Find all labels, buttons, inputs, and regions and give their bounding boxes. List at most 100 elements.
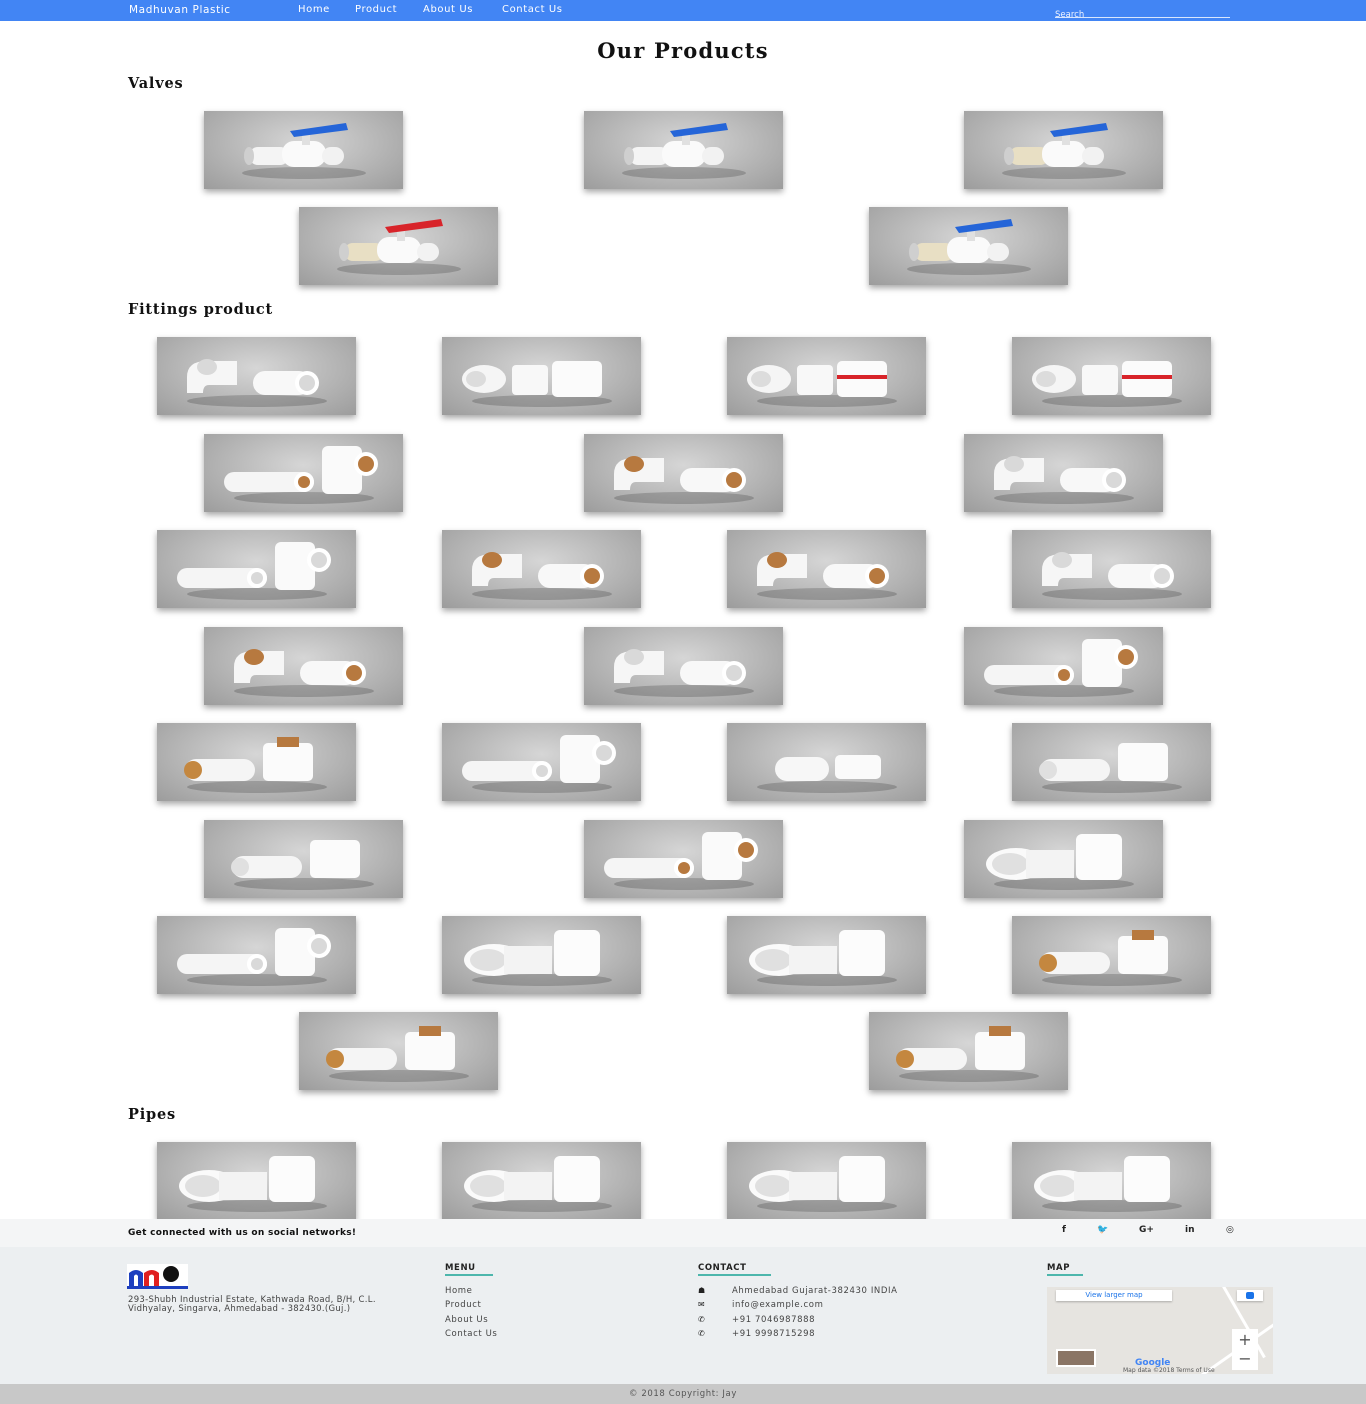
product-tile[interactable] bbox=[442, 916, 641, 994]
product-tile[interactable] bbox=[584, 434, 783, 512]
product-tile[interactable] bbox=[157, 1142, 356, 1220]
footer: 293-Shubh Industrial Estate, Kathwada Ro… bbox=[0, 1247, 1366, 1384]
company-address: 293-Shubh Industrial Estate, Kathwada Ro… bbox=[128, 1295, 376, 1314]
footer-map-heading: MAP bbox=[1047, 1263, 1071, 1273]
product-tile[interactable] bbox=[584, 820, 783, 898]
product-tile[interactable] bbox=[727, 337, 926, 415]
brass-female-adapter-icon bbox=[326, 1026, 469, 1082]
twitter-icon[interactable]: 🐦 bbox=[1097, 1225, 1108, 1235]
product-tile[interactable] bbox=[442, 723, 641, 801]
union-fitting-red-ring-icon bbox=[747, 361, 897, 407]
pipe-socket-icon bbox=[179, 1156, 327, 1212]
brass-threaded-adapter-icon bbox=[1039, 930, 1182, 986]
product-tile[interactable] bbox=[964, 820, 1163, 898]
product-tile[interactable] bbox=[1012, 723, 1211, 801]
product-tile[interactable] bbox=[964, 434, 1163, 512]
product-tile[interactable] bbox=[204, 627, 403, 705]
product-tile[interactable] bbox=[1012, 916, 1211, 994]
product-tile[interactable] bbox=[1012, 337, 1211, 415]
product-tile[interactable] bbox=[157, 530, 356, 608]
brass-elbow-fitting-icon bbox=[234, 649, 374, 697]
footer-contact-heading: CONTACT bbox=[698, 1263, 747, 1273]
product-tile[interactable] bbox=[157, 723, 356, 801]
brass-tee-fitting-icon bbox=[984, 639, 1138, 697]
home-icon: ☗ bbox=[698, 1286, 706, 1295]
product-tile[interactable] bbox=[964, 627, 1163, 705]
brass-socket-fitting-icon bbox=[614, 456, 754, 504]
view-larger-map-button[interactable]: View larger map bbox=[1056, 1290, 1172, 1301]
nav-link-contact-us[interactable]: Contact Us bbox=[502, 4, 563, 15]
footer-link-about-us[interactable]: About Us bbox=[445, 1315, 488, 1325]
elbow-fitting-icon bbox=[1042, 552, 1182, 600]
social-bar: Get connected with us on social networks… bbox=[0, 1219, 1366, 1247]
contact-address-text: Ahmedabad Gujarat-382430 INDIA bbox=[732, 1286, 898, 1296]
brass-tee-fitting-icon bbox=[604, 832, 758, 890]
product-tile[interactable] bbox=[584, 627, 783, 705]
brass-male-adapter-icon bbox=[896, 1026, 1039, 1082]
product-tile[interactable] bbox=[204, 820, 403, 898]
product-tile[interactable] bbox=[442, 530, 641, 608]
footer-link-home[interactable]: Home bbox=[445, 1286, 473, 1296]
product-tile[interactable] bbox=[157, 916, 356, 994]
elbow-fitting-icon bbox=[994, 456, 1134, 504]
product-tile[interactable] bbox=[727, 1142, 926, 1220]
linkedin-icon[interactable]: in bbox=[1185, 1225, 1195, 1235]
nav-link-about-us[interactable]: About Us bbox=[423, 4, 473, 15]
brass-elbow-fitting-icon bbox=[472, 552, 612, 600]
blue-handle-ball-valve-icon bbox=[242, 123, 366, 179]
product-tile[interactable] bbox=[299, 207, 498, 285]
product-tile[interactable] bbox=[869, 207, 1068, 285]
female-adapter-icon bbox=[1039, 743, 1182, 793]
satellite-view-thumbnail[interactable] bbox=[1056, 1349, 1096, 1367]
blue-handle-cpvc-ball-valve-icon bbox=[907, 219, 1031, 275]
product-tile[interactable] bbox=[584, 111, 783, 189]
product-tile[interactable] bbox=[204, 111, 403, 189]
coupler-fitting-icon bbox=[464, 930, 612, 986]
social-text: Get connected with us on social networks… bbox=[128, 1228, 357, 1238]
product-tile[interactable] bbox=[157, 337, 356, 415]
red-handle-cpvc-ball-valve-icon bbox=[337, 219, 461, 275]
nav-link-product[interactable]: Product bbox=[355, 4, 397, 15]
street-view-pegman-icon[interactable] bbox=[1237, 1290, 1263, 1301]
product-tile[interactable] bbox=[204, 434, 403, 512]
tee-fitting-icon bbox=[177, 928, 331, 986]
contact-email-text[interactable]: info@example.com bbox=[732, 1300, 823, 1310]
product-tile[interactable] bbox=[727, 723, 926, 801]
copyright-text: © 2018 Copyright: Jay bbox=[629, 1389, 737, 1399]
product-tile[interactable] bbox=[869, 1012, 1068, 1090]
menu-heading-underline bbox=[445, 1274, 493, 1276]
page-title: Our Products bbox=[597, 38, 769, 63]
end-cap-fitting-icon bbox=[757, 755, 897, 793]
product-tile[interactable] bbox=[442, 337, 641, 415]
instagram-icon[interactable]: ◎ bbox=[1226, 1225, 1234, 1235]
pipe-socket-icon bbox=[464, 1156, 612, 1212]
brand-logo-text[interactable]: Madhuvan Plastic bbox=[129, 4, 231, 16]
product-tile[interactable] bbox=[1012, 1142, 1211, 1220]
footer-link-contact-us[interactable]: Contact Us bbox=[445, 1329, 497, 1339]
product-tile[interactable] bbox=[299, 1012, 498, 1090]
product-tile[interactable] bbox=[964, 111, 1163, 189]
tee-fitting-icon bbox=[177, 542, 331, 600]
product-tile[interactable] bbox=[727, 916, 926, 994]
pipe-socket-icon bbox=[749, 1156, 897, 1212]
product-tile[interactable] bbox=[442, 1142, 641, 1220]
product-tile[interactable] bbox=[1012, 530, 1211, 608]
footer-link-product[interactable]: Product bbox=[445, 1300, 481, 1310]
google-plus-icon[interactable]: G+ bbox=[1139, 1225, 1154, 1235]
contact-phone-1-text[interactable]: +91 7046987888 bbox=[732, 1315, 815, 1325]
embedded-map[interactable]: View larger map + − Google Map data ©201… bbox=[1047, 1287, 1273, 1374]
nav-link-home[interactable]: Home bbox=[298, 4, 330, 15]
product-tile[interactable] bbox=[727, 530, 926, 608]
phone-icon: ✆ bbox=[698, 1329, 706, 1338]
navbar: Madhuvan Plastic Home Product About Us C… bbox=[0, 0, 1366, 22]
search-input[interactable] bbox=[1055, 8, 1230, 22]
contact-phone-2-text[interactable]: +91 9998715298 bbox=[732, 1329, 815, 1339]
envelope-icon: ✉ bbox=[698, 1300, 706, 1309]
tee-fitting-icon bbox=[462, 735, 616, 793]
map-heading-underline bbox=[1047, 1274, 1083, 1276]
search-box bbox=[1055, 2, 1230, 22]
facebook-icon[interactable]: f bbox=[1062, 1225, 1066, 1235]
pipe-socket-icon bbox=[1034, 1156, 1182, 1212]
map-zoom-out-button[interactable]: − bbox=[1232, 1348, 1258, 1370]
map-attribution: Map data ©2018 Terms of Use bbox=[1123, 1367, 1215, 1374]
